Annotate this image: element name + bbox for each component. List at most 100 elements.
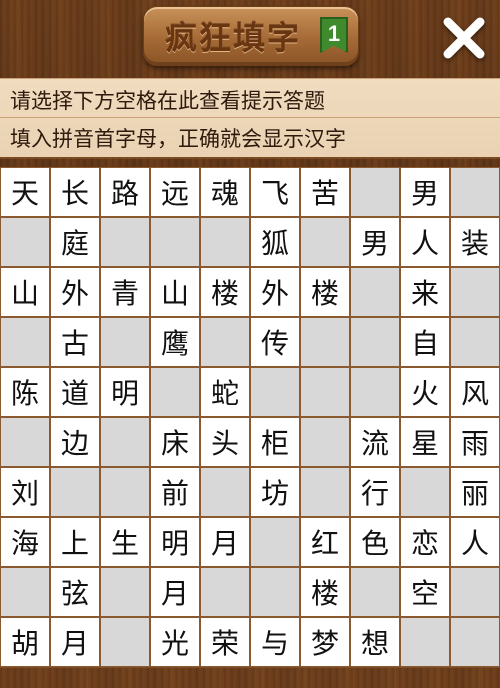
crossword-cell[interactable]: 人	[400, 217, 450, 267]
crossword-cell[interactable]: 庭	[50, 217, 100, 267]
blocked-cell	[250, 517, 300, 567]
crossword-cell[interactable]: 火	[400, 367, 450, 417]
crossword-cell[interactable]: 道	[50, 367, 100, 417]
crossword-cell[interactable]: 星	[400, 417, 450, 467]
crossword-cell[interactable]: 红	[300, 517, 350, 567]
hint-instruction-2: 填入拼音首字母，正确就会显示汉字	[10, 127, 346, 151]
blocked-cell	[150, 367, 200, 417]
blocked-cell	[0, 317, 50, 367]
blocked-cell	[0, 217, 50, 267]
crossword-cell[interactable]: 楼	[300, 267, 350, 317]
crossword-cell[interactable]: 路	[100, 167, 150, 217]
blocked-cell	[200, 467, 250, 517]
blocked-cell	[100, 567, 150, 617]
game-title: 疯狂填字	[164, 19, 301, 57]
crossword-cell[interactable]: 月	[150, 567, 200, 617]
crossword-cell[interactable]: 胡	[0, 617, 50, 667]
hint-divider	[0, 117, 500, 118]
crossword-cell[interactable]: 天	[0, 167, 50, 217]
crossword-cell[interactable]: 柜	[250, 417, 300, 467]
blocked-cell	[450, 317, 500, 367]
blocked-cell	[300, 367, 350, 417]
blocked-cell	[300, 217, 350, 267]
blocked-cell	[350, 367, 400, 417]
crossword-cell[interactable]: 自	[400, 317, 450, 367]
crossword-cell[interactable]: 弦	[50, 567, 100, 617]
close-button[interactable]	[436, 10, 492, 66]
crossword-cell[interactable]: 光	[150, 617, 200, 667]
blocked-cell	[200, 217, 250, 267]
crossword-cell[interactable]: 鹰	[150, 317, 200, 367]
title-plaque: 疯狂填字 1	[143, 6, 359, 66]
crossword-cell[interactable]: 青	[100, 267, 150, 317]
crossword-cell[interactable]: 梦	[300, 617, 350, 667]
blocked-cell	[450, 167, 500, 217]
crossword-cell[interactable]: 楼	[200, 267, 250, 317]
crossword-cell[interactable]: 山	[0, 267, 50, 317]
crossword-cell[interactable]: 空	[400, 567, 450, 617]
crossword-cell[interactable]: 海	[0, 517, 50, 567]
crossword-cell[interactable]: 坊	[250, 467, 300, 517]
crossword-cell[interactable]: 山	[150, 267, 200, 317]
crossword-cell[interactable]: 前	[150, 467, 200, 517]
crossword-cell[interactable]: 外	[250, 267, 300, 317]
crossword-cell[interactable]: 刘	[0, 467, 50, 517]
crossword-cell[interactable]: 长	[50, 167, 100, 217]
blocked-cell	[300, 317, 350, 367]
crossword-cell[interactable]: 色	[350, 517, 400, 567]
crossword-cell[interactable]: 丽	[450, 467, 500, 517]
blocked-cell	[100, 217, 150, 267]
blocked-cell	[400, 467, 450, 517]
crossword-cell[interactable]: 男	[400, 167, 450, 217]
crossword-cell[interactable]: 来	[400, 267, 450, 317]
blocked-cell	[150, 217, 200, 267]
crossword-cell[interactable]: 人	[450, 517, 500, 567]
crossword-cell[interactable]: 狐	[250, 217, 300, 267]
crossword-cell[interactable]: 恋	[400, 517, 450, 567]
crossword-cell[interactable]: 传	[250, 317, 300, 367]
crossword-cell[interactable]: 想	[350, 617, 400, 667]
top-bar: 疯狂填字 1	[0, 0, 500, 76]
level-badge: 1	[320, 17, 348, 53]
blocked-cell	[100, 617, 150, 667]
crossword-cell[interactable]: 风	[450, 367, 500, 417]
crossword-cell[interactable]: 楼	[300, 567, 350, 617]
crossword-cell[interactable]: 明	[100, 367, 150, 417]
crossword-cell[interactable]: 床	[150, 417, 200, 467]
crossword-cell[interactable]: 陈	[0, 367, 50, 417]
blocked-cell	[0, 417, 50, 467]
blocked-cell	[200, 317, 250, 367]
blocked-cell	[200, 567, 250, 617]
blocked-cell	[350, 317, 400, 367]
blocked-cell	[300, 417, 350, 467]
crossword-cell[interactable]: 装	[450, 217, 500, 267]
blocked-cell	[250, 367, 300, 417]
crossword-cell[interactable]: 生	[100, 517, 150, 567]
crossword-cell[interactable]: 边	[50, 417, 100, 467]
crossword-cell[interactable]: 外	[50, 267, 100, 317]
crossword-cell[interactable]: 蛇	[200, 367, 250, 417]
crossword-cell[interactable]: 魂	[200, 167, 250, 217]
crossword-cell[interactable]: 上	[50, 517, 100, 567]
crossword-cell[interactable]: 荣	[200, 617, 250, 667]
crossword-cell[interactable]: 飞	[250, 167, 300, 217]
blocked-cell	[350, 267, 400, 317]
crossword-cell[interactable]: 远	[150, 167, 200, 217]
crossword-cell[interactable]: 月	[50, 617, 100, 667]
blocked-cell	[400, 617, 450, 667]
blocked-cell	[100, 417, 150, 467]
blocked-cell	[100, 317, 150, 367]
crossword-cell[interactable]: 雨	[450, 417, 500, 467]
crossword-cell[interactable]: 与	[250, 617, 300, 667]
crossword-cell[interactable]: 流	[350, 417, 400, 467]
crossword-cell[interactable]: 月	[200, 517, 250, 567]
crossword-cell[interactable]: 头	[200, 417, 250, 467]
crossword-cell[interactable]: 男	[350, 217, 400, 267]
hint-panel: 请选择下方空格在此查看提示答题 填入拼音首字母，正确就会显示汉字	[0, 78, 500, 159]
blocked-cell	[100, 467, 150, 517]
crossword-cell[interactable]: 古	[50, 317, 100, 367]
crossword-cell[interactable]: 苦	[300, 167, 350, 217]
crossword-cell[interactable]: 行	[350, 467, 400, 517]
crossword-cell[interactable]: 明	[150, 517, 200, 567]
crossword-grid: 天长路远魂飞苦男庭狐男人装山外青山楼外楼来古鹰传自陈道明蛇火风边床头柜流星雨刘前…	[0, 167, 500, 668]
